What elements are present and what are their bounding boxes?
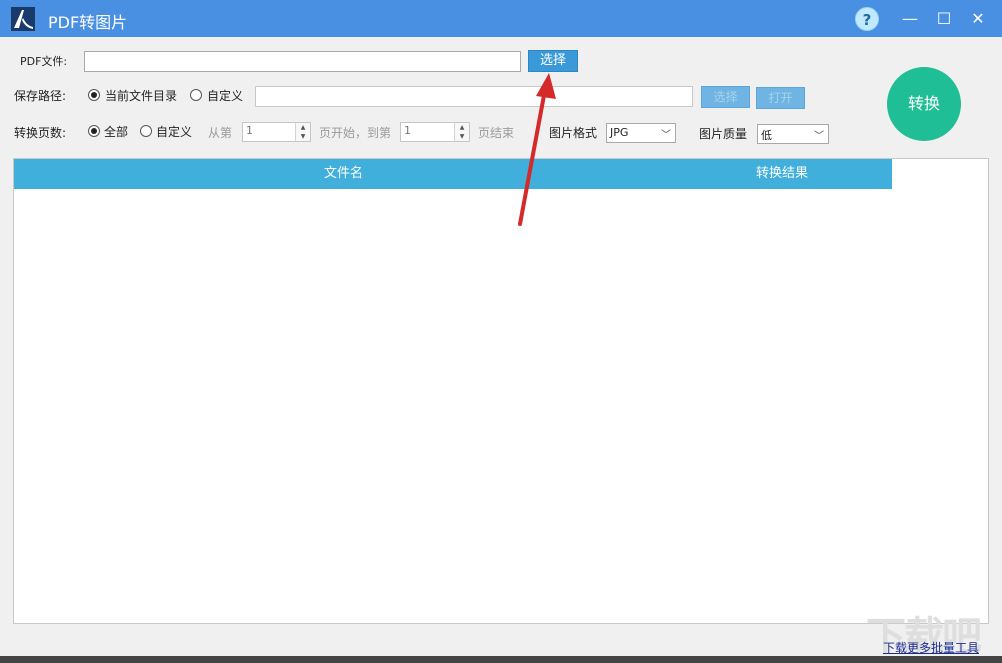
chevron-down-icon: ﹀	[814, 131, 824, 142]
pages-label: 转换页数:	[14, 126, 67, 140]
radio-custom-path-label: 自定义	[207, 89, 244, 103]
radio-custom-pages-label: 自定义	[156, 125, 193, 139]
select-save-path-button[interactable]: 选择	[701, 86, 750, 108]
radio-custom-path[interactable]	[190, 89, 202, 101]
save-path-label: 保存路径:	[14, 89, 67, 103]
pdf-file-label: PDF文件:	[20, 55, 68, 68]
page-end-label: 页结束	[478, 126, 515, 140]
column-result[interactable]: 转换结果	[756, 159, 808, 189]
quality-value: 低	[761, 129, 772, 142]
save-path-input[interactable]	[255, 86, 693, 107]
maximize-icon[interactable]: ☐	[932, 7, 956, 31]
download-more-tools-link[interactable]: 下载更多批量工具	[883, 639, 979, 656]
file-list-header: 文件名 转换结果	[14, 159, 892, 189]
open-folder-button[interactable]: 打开	[756, 87, 805, 109]
format-label: 图片格式	[549, 126, 598, 140]
radio-all-pages-label: 全部	[104, 125, 129, 139]
column-filename[interactable]: 文件名	[324, 159, 363, 189]
chevron-down-icon: ﹀	[661, 130, 671, 141]
radio-custom-pages[interactable]	[140, 125, 152, 137]
help-icon[interactable]: ?	[855, 7, 879, 31]
taskbar-strip	[0, 656, 1002, 663]
title-bar: PDF转图片 ? — ☐ ✕	[0, 0, 1002, 37]
radio-current-dir[interactable]	[88, 89, 100, 101]
convert-button[interactable]: 转换	[887, 67, 961, 141]
file-list[interactable]: 文件名 转换结果	[13, 158, 989, 624]
to-page-stepper[interactable]: 1 ▲ ▼	[400, 122, 470, 142]
radio-current-dir-label: 当前文件目录	[105, 89, 178, 103]
from-page-stepper[interactable]: 1 ▲ ▼	[242, 122, 311, 142]
format-value: JPG	[610, 126, 629, 139]
pdf-file-input[interactable]	[84, 51, 521, 72]
page-range-mid-label: 页开始，到第	[319, 126, 392, 140]
from-page-spin-arrows[interactable]: ▲ ▼	[295, 123, 310, 141]
to-page-spin-arrows[interactable]: ▲ ▼	[454, 123, 469, 141]
minimize-icon[interactable]: —	[898, 7, 922, 31]
select-pdf-button[interactable]: 选择	[528, 50, 578, 72]
to-page-value: 1	[404, 124, 411, 137]
pdf-app-logo-icon	[11, 7, 35, 31]
window-title: PDF转图片	[48, 13, 128, 32]
format-select[interactable]: JPG ﹀	[606, 123, 676, 143]
quality-label: 图片质量	[699, 127, 748, 141]
radio-all-pages[interactable]	[88, 125, 100, 137]
close-icon[interactable]: ✕	[966, 7, 990, 31]
from-page-value: 1	[246, 124, 253, 137]
quality-select[interactable]: 低 ﹀	[757, 124, 829, 144]
from-page-label: 从第	[208, 126, 233, 140]
